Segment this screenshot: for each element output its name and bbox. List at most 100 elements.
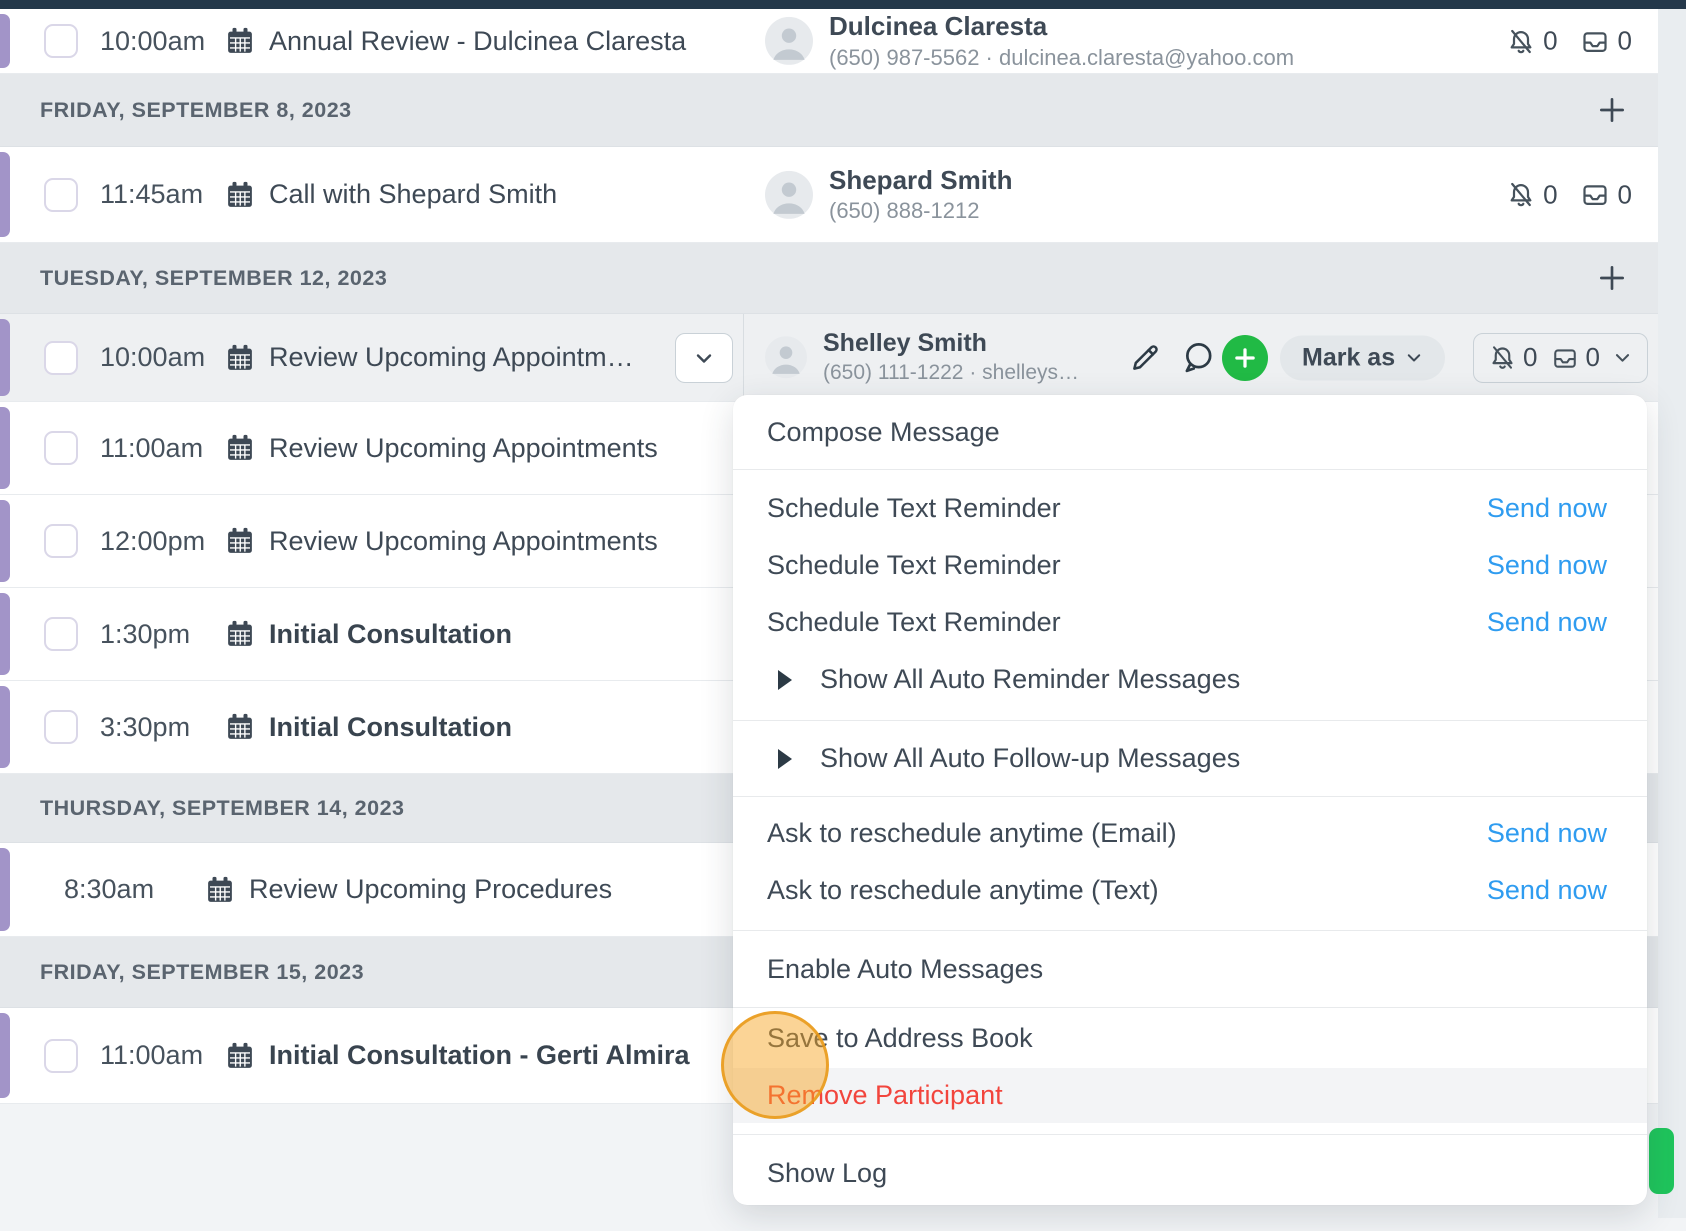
contact-detail: (650) 888-1212 bbox=[829, 196, 1012, 226]
chevron-down-icon bbox=[1613, 348, 1632, 367]
calendar-icon bbox=[225, 26, 255, 56]
mark-as-button[interactable]: Mark as bbox=[1280, 335, 1445, 380]
edit-pencil-icon[interactable] bbox=[1128, 341, 1162, 375]
menu-item-label: Schedule Text Reminder bbox=[767, 607, 1061, 638]
row-checkbox[interactable] bbox=[44, 524, 78, 558]
menu-item-schedule-text-reminder[interactable]: Schedule Text Reminder Send now bbox=[733, 537, 1647, 594]
appointment-title: Call with Shepard Smith bbox=[269, 179, 557, 210]
message-count: 0 bbox=[1618, 26, 1632, 57]
appointment-accent-bar bbox=[0, 1013, 10, 1098]
calendar-icon bbox=[225, 343, 255, 373]
send-now-link[interactable]: Send now bbox=[1487, 493, 1607, 524]
bell-off-icon bbox=[1507, 181, 1535, 209]
mark-as-label: Mark as bbox=[1302, 343, 1395, 372]
calendar-icon bbox=[225, 180, 255, 210]
appointment-title: Initial Consultation - Gerti Almira bbox=[269, 1040, 690, 1071]
menu-item-label: Remove Participant bbox=[767, 1080, 1003, 1111]
row-checkbox[interactable] bbox=[44, 178, 78, 212]
inbox-icon bbox=[1580, 181, 1610, 209]
window-top-bar bbox=[0, 0, 1686, 9]
appointment-row[interactable]: 11:45am Call with Shepard Smith Shepard … bbox=[0, 147, 1658, 243]
calendar-icon bbox=[225, 712, 255, 742]
menu-item-show-log[interactable]: Show Log bbox=[733, 1135, 1647, 1205]
appointment-title: Review Upcoming Appointm… bbox=[269, 342, 634, 373]
chat-bubble-icon[interactable] bbox=[1180, 340, 1216, 376]
expand-appointment-button[interactable] bbox=[675, 333, 733, 383]
send-now-link[interactable]: Send now bbox=[1487, 818, 1607, 849]
appointment-time: 3:30pm bbox=[100, 712, 225, 743]
menu-item-enable-auto-messages[interactable]: Enable Auto Messages bbox=[733, 931, 1647, 1007]
menu-item-label: Ask to reschedule anytime (Email) bbox=[767, 818, 1177, 849]
notification-counts[interactable]: 0 0 bbox=[1507, 26, 1632, 57]
appointment-title: Annual Review - Dulcinea Claresta bbox=[269, 26, 686, 57]
menu-item-label: Show All Auto Follow-up Messages bbox=[820, 743, 1240, 774]
appointment-time: 10:00am bbox=[100, 26, 225, 57]
contact-info[interactable]: Shepard Smith (650) 888-1212 bbox=[765, 163, 1012, 225]
menu-item-save-to-address-book[interactable]: Save to Address Book bbox=[733, 1008, 1647, 1068]
reminder-count: 0 bbox=[1523, 342, 1537, 373]
contact-name: Dulcinea Claresta bbox=[829, 10, 1294, 43]
calendar-icon bbox=[225, 433, 255, 463]
contact-info[interactable]: Shelley Smith (650) 111-1222 · shelleys… bbox=[765, 328, 1079, 388]
menu-item-reschedule-text[interactable]: Ask to reschedule anytime (Text) Send no… bbox=[733, 862, 1647, 919]
date-section-header: TUESDAY, SEPTEMBER 12, 2023 bbox=[0, 243, 1658, 314]
appointment-time: 11:00am bbox=[100, 433, 225, 464]
menu-item-show-all-auto-reminder[interactable]: Show All Auto Reminder Messages bbox=[733, 651, 1647, 708]
appointment-row[interactable]: 10:00am Annual Review - Dulcinea Clarest… bbox=[0, 9, 1658, 74]
add-appointment-button[interactable] bbox=[1596, 94, 1628, 126]
appointment-time: 10:00am bbox=[100, 342, 225, 373]
bell-off-icon bbox=[1489, 344, 1516, 371]
row-checkbox[interactable] bbox=[44, 341, 78, 375]
section-date-label: FRIDAY, SEPTEMBER 8, 2023 bbox=[40, 98, 352, 123]
menu-item-compose-message[interactable]: Compose Message bbox=[733, 395, 1647, 469]
menu-item-schedule-text-reminder[interactable]: Schedule Text Reminder Send now bbox=[733, 480, 1647, 537]
bell-off-icon bbox=[1507, 27, 1535, 55]
menu-item-schedule-text-reminder[interactable]: Schedule Text Reminder Send now bbox=[733, 594, 1647, 651]
row-checkbox[interactable] bbox=[44, 431, 78, 465]
appointment-title: Initial Consultation bbox=[269, 712, 512, 743]
appointment-row-selected[interactable]: 10:00am Review Upcoming Appointm… Shelle… bbox=[0, 314, 1658, 402]
appointment-time: 11:45am bbox=[100, 179, 225, 210]
inbox-icon bbox=[1580, 27, 1610, 55]
row-divider bbox=[743, 314, 744, 401]
appointment-time: 1:30pm bbox=[100, 619, 225, 650]
appointment-accent-bar bbox=[0, 319, 10, 396]
reminder-count: 0 bbox=[1543, 26, 1557, 57]
appointment-accent-bar bbox=[0, 686, 10, 768]
row-checkbox[interactable] bbox=[44, 617, 78, 651]
send-now-link[interactable]: Send now bbox=[1487, 550, 1607, 581]
section-date-label: THURSDAY, SEPTEMBER 14, 2023 bbox=[40, 796, 405, 821]
message-count: 0 bbox=[1618, 179, 1632, 210]
row-checkbox[interactable] bbox=[44, 1039, 78, 1073]
row-checkbox[interactable] bbox=[44, 24, 78, 58]
send-now-link[interactable]: Send now bbox=[1487, 875, 1607, 906]
message-count: 0 bbox=[1586, 342, 1600, 373]
triangle-right-icon bbox=[778, 749, 792, 769]
appointment-time: 8:30am bbox=[64, 874, 205, 905]
triangle-right-icon bbox=[778, 670, 792, 690]
appointment-title: Initial Consultation bbox=[269, 619, 512, 650]
row-checkbox[interactable] bbox=[44, 710, 78, 744]
menu-item-label: Schedule Text Reminder bbox=[767, 550, 1061, 581]
contact-detail: (650) 987-5562 · dulcinea.claresta@yahoo… bbox=[829, 42, 1294, 72]
menu-item-label: Enable Auto Messages bbox=[767, 954, 1043, 985]
menu-item-reschedule-email[interactable]: Ask to reschedule anytime (Email) Send n… bbox=[733, 805, 1647, 862]
page-background-strip bbox=[1658, 9, 1686, 1218]
notifications-dropdown[interactable]: 0 0 bbox=[1473, 333, 1648, 383]
notification-counts[interactable]: 0 0 bbox=[1507, 179, 1632, 210]
inbox-icon bbox=[1551, 345, 1579, 371]
menu-item-label: Show Log bbox=[767, 1158, 887, 1189]
avatar bbox=[765, 17, 813, 65]
menu-item-remove-participant[interactable]: Remove Participant bbox=[733, 1068, 1647, 1123]
menu-item-label: Save to Address Book bbox=[767, 1023, 1033, 1054]
add-appointment-button[interactable] bbox=[1596, 262, 1628, 294]
menu-item-label: Show All Auto Reminder Messages bbox=[820, 664, 1240, 695]
floating-action-button[interactable] bbox=[1649, 1128, 1674, 1194]
send-now-link[interactable]: Send now bbox=[1487, 607, 1607, 638]
add-participant-button[interactable] bbox=[1222, 335, 1268, 381]
appointment-accent-bar bbox=[0, 407, 10, 489]
menu-item-show-all-auto-followup[interactable]: Show All Auto Follow-up Messages bbox=[733, 721, 1647, 796]
calendar-icon bbox=[205, 875, 235, 905]
contact-info[interactable]: Dulcinea Claresta (650) 987-5562 · dulci… bbox=[765, 10, 1294, 72]
reminder-count: 0 bbox=[1543, 179, 1557, 210]
